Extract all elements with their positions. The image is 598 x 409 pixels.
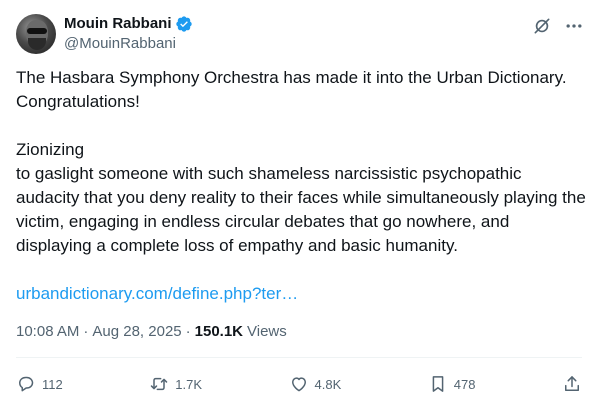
share-button[interactable] (562, 374, 582, 394)
tweet-date[interactable]: Aug 28, 2025 (92, 322, 181, 342)
like-icon (291, 377, 306, 392)
bookmark-button[interactable]: 478 (428, 374, 476, 394)
meta-separator: · (83, 323, 89, 340)
avatar-glasses (27, 28, 47, 34)
avatar-beard (28, 38, 46, 50)
author-display-name[interactable]: Mouin Rabbani (64, 14, 172, 34)
repost-icon (151, 377, 168, 391)
grok-icon[interactable] (530, 14, 554, 38)
reply-icon (19, 376, 34, 392)
like-count: 4.8K (314, 376, 342, 392)
repost-button[interactable]: 1.7K (149, 374, 202, 394)
avatar[interactable] (16, 14, 56, 54)
repost-count: 1.7K (175, 376, 202, 392)
author-handle[interactable]: @MouinRabbani (64, 34, 193, 54)
tweet-meta: 10:08 AM · Aug 28, 2025 · 150.1K Views (16, 322, 287, 342)
definition-term: Zionizing (16, 140, 85, 159)
views-label: Views (247, 323, 287, 340)
definition-text: to gaslight someone with such shameless … (16, 164, 586, 255)
urban-dictionary-link[interactable]: urbandictionary.com/define.php?ter… (16, 284, 298, 303)
reply-button[interactable]: 112 (16, 374, 63, 394)
action-bar: 112 1.7K 4.8K 478 (16, 372, 582, 396)
meta-separator: · (185, 323, 191, 340)
verified-badge-icon (175, 16, 192, 32)
author-names: Mouin Rabbani @MouinRabbani (64, 14, 193, 54)
reply-count: 112 (42, 376, 63, 392)
more-icon[interactable] (562, 14, 586, 38)
bookmark-count: 478 (453, 376, 476, 392)
like-button[interactable]: 4.8K (289, 374, 342, 394)
bookmark-icon (432, 376, 444, 392)
tweet-time[interactable]: 10:08 AM (16, 322, 79, 342)
top-actions (530, 14, 586, 38)
tweet-line-1: The Hasbara Symphony Orchestra has made … (16, 68, 567, 87)
views-count: 150.1K (194, 323, 244, 340)
divider (16, 357, 582, 358)
name-row: Mouin Rabbani (64, 14, 193, 34)
tweet-text: The Hasbara Symphony Orchestra has made … (16, 66, 588, 306)
tweet-header: Mouin Rabbani @MouinRabbani (16, 12, 586, 56)
tweet-line-2: Congratulations! (16, 92, 140, 111)
share-icon (565, 376, 579, 391)
